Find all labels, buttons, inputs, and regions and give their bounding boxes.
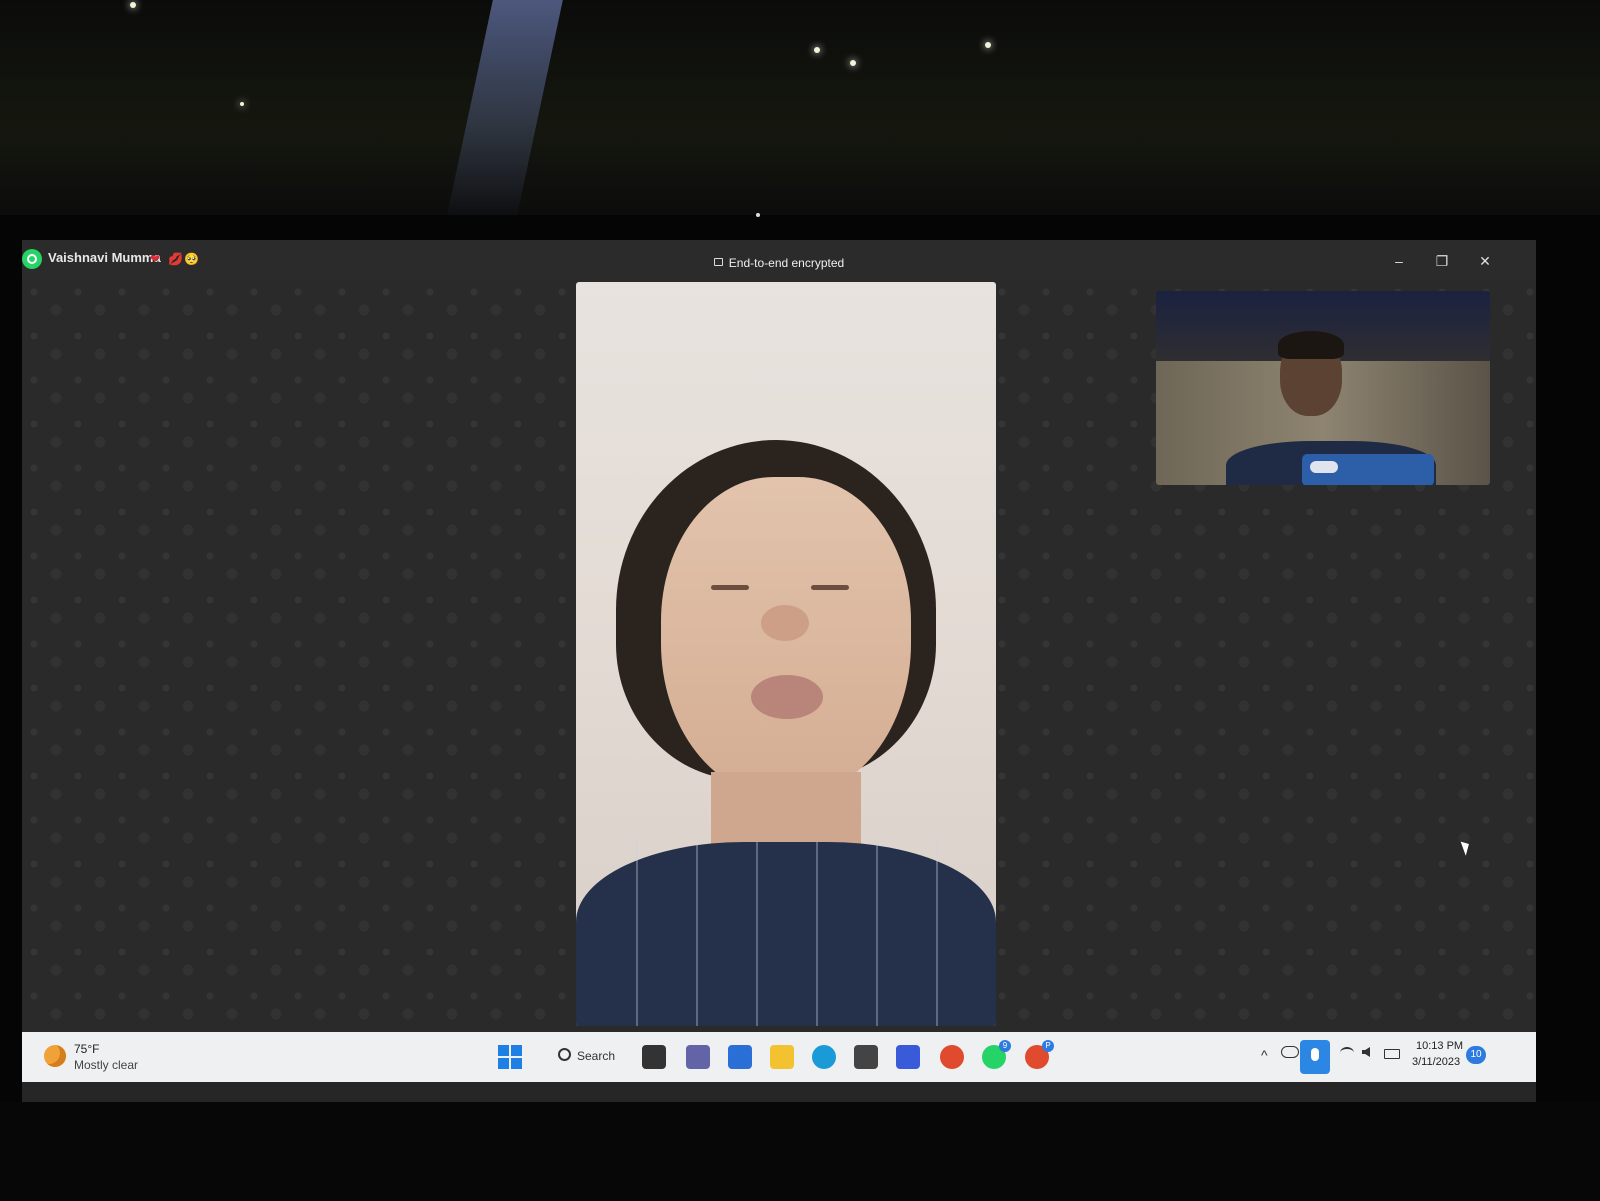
microphone-icon[interactable] — [1300, 1040, 1330, 1074]
edge-icon[interactable] — [812, 1045, 836, 1069]
minimize-button[interactable]: – — [1388, 252, 1410, 270]
search-label: Search — [577, 1049, 616, 1063]
app-badge: P — [1042, 1040, 1054, 1052]
notification-count-badge[interactable]: 10 — [1466, 1046, 1486, 1064]
laptop-screen: Vaishnavi Mumma ❤ 💋 🥺 End-to-end encrypt… — [22, 240, 1536, 1102]
app-hexagon-icon[interactable] — [854, 1045, 878, 1069]
background-light — [985, 42, 991, 48]
shirt-stripe — [696, 842, 698, 1026]
windows-taskbar: 75°F Mostly clear Search 9 P ^ 10:13 PM 3… — [22, 1032, 1536, 1082]
self-person-hair — [1278, 331, 1344, 359]
chrome-profile-icon[interactable]: P — [1025, 1040, 1054, 1069]
file-explorer-icon[interactable] — [642, 1045, 666, 1069]
laptop-bezel — [0, 1102, 1600, 1201]
nose — [761, 605, 809, 641]
remote-person-face — [661, 477, 911, 797]
shirt-stripe — [636, 842, 638, 1026]
background-light — [130, 2, 136, 8]
background-light — [240, 102, 244, 106]
restore-button[interactable]: ❐ — [1431, 252, 1453, 270]
self-video-preview[interactable] — [1156, 291, 1490, 485]
search-icon — [558, 1048, 571, 1061]
whatsapp-icon[interactable]: 9 — [982, 1040, 1011, 1069]
onedrive-cloud-icon[interactable] — [1281, 1046, 1299, 1058]
encryption-label: End-to-end encrypted — [728, 256, 845, 270]
laptop-webcam — [756, 213, 760, 217]
phone-in-hand — [1302, 454, 1434, 485]
folder-icon[interactable] — [770, 1045, 794, 1069]
shirt-stripe — [816, 842, 818, 1026]
volume-icon[interactable] — [1362, 1047, 1370, 1057]
light-streak — [447, 0, 563, 215]
app-badge: 9 — [999, 1040, 1011, 1052]
lock-icon — [713, 258, 723, 266]
wifi-icon[interactable] — [1340, 1047, 1354, 1059]
eye — [811, 585, 849, 590]
encryption-notice: End-to-end encrypted — [22, 256, 1536, 270]
weather-temperature[interactable]: 75°F — [74, 1042, 99, 1056]
teams-chat-icon[interactable] — [686, 1045, 710, 1069]
taskbar-search[interactable]: Search — [558, 1047, 615, 1063]
phone-camera-icon — [1310, 461, 1338, 473]
close-button[interactable]: ✕ — [1474, 252, 1496, 270]
shirt-stripe — [876, 842, 878, 1026]
whatsapp-call-titlebar: Vaishnavi Mumma ❤ 💋 🥺 End-to-end encrypt… — [22, 240, 1536, 280]
remote-video-feed[interactable] — [576, 282, 996, 1026]
weather-condition[interactable]: Mostly clear — [74, 1058, 138, 1072]
remote-person-shirt — [576, 842, 996, 1026]
moon-cloud-icon[interactable] — [44, 1045, 66, 1067]
lips — [751, 675, 823, 719]
shirt-stripe — [756, 842, 758, 1026]
clock-date[interactable]: 3/11/2023 — [1412, 1056, 1460, 1068]
background-light — [814, 47, 820, 53]
chevron-up-icon[interactable]: ^ — [1261, 1047, 1268, 1063]
eye — [711, 585, 749, 590]
clock-time[interactable]: 10:13 PM — [1416, 1040, 1463, 1052]
start-button[interactable] — [498, 1045, 522, 1069]
background-room — [0, 0, 1600, 215]
background-light — [850, 60, 856, 66]
microsoft-store-icon[interactable] — [728, 1045, 752, 1069]
battery-icon[interactable] — [1384, 1049, 1400, 1059]
app-blue-icon[interactable] — [896, 1045, 920, 1069]
shirt-stripe — [936, 842, 938, 1026]
chrome-icon[interactable] — [940, 1045, 964, 1069]
